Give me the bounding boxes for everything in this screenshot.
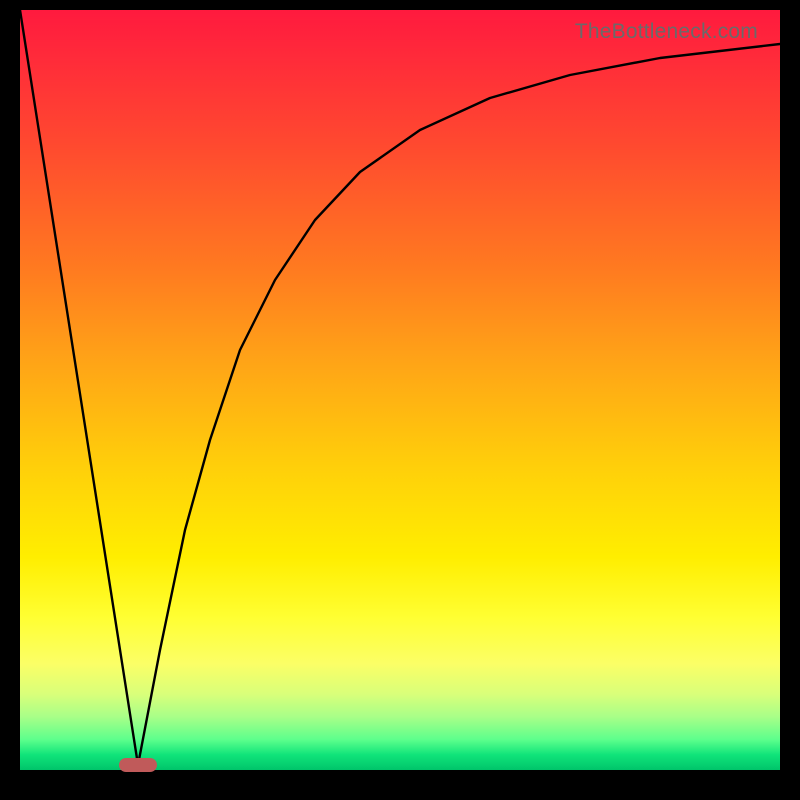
bottleneck-curve xyxy=(20,10,780,765)
chart-frame: TheBottleneck.com xyxy=(0,0,800,800)
curve-layer xyxy=(20,10,780,770)
optimum-marker xyxy=(119,758,157,772)
watermark-text: TheBottleneck.com xyxy=(575,20,758,44)
plot-area: TheBottleneck.com xyxy=(20,10,780,770)
